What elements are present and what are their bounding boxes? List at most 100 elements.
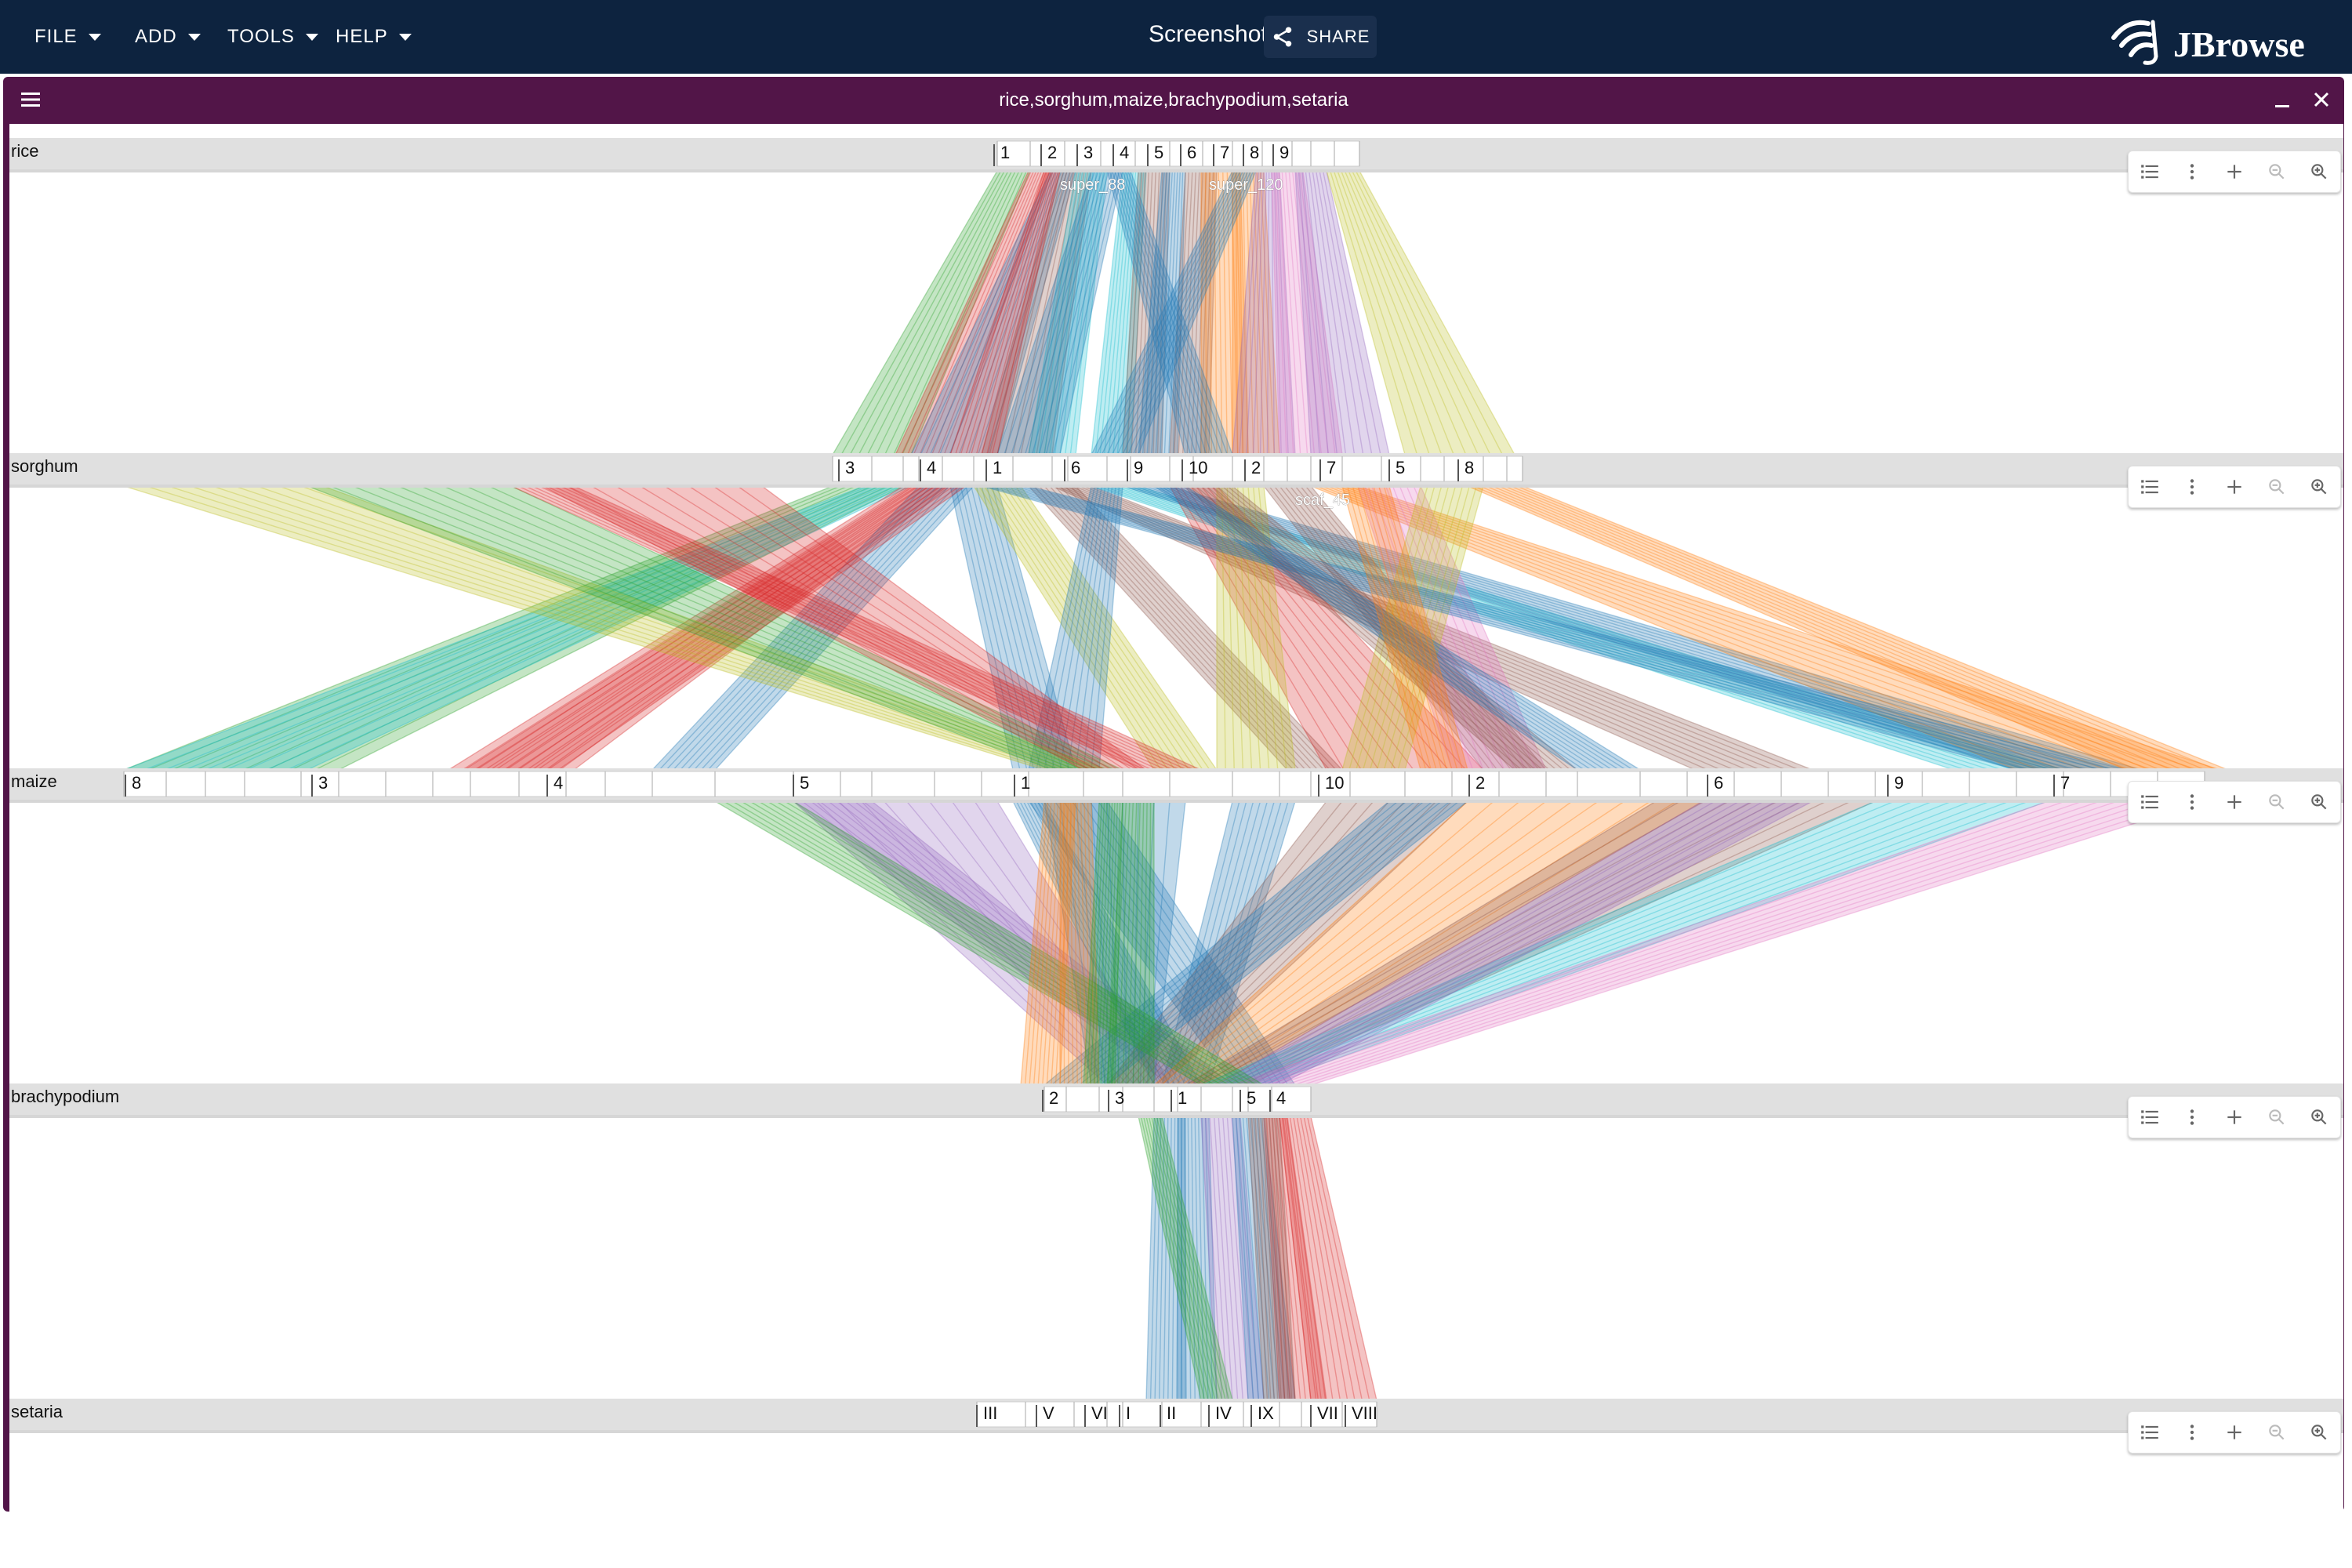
chromosome-label: 8 xyxy=(132,773,141,793)
view-title-bar: rice,sorghum,maize,brachypodium,setaria xyxy=(3,77,2344,122)
chromosome-label: IV xyxy=(1215,1403,1232,1423)
add-button[interactable] xyxy=(2221,789,2248,815)
zoom-in-button[interactable] xyxy=(2306,789,2332,815)
assembly-label-rice: rice xyxy=(11,141,39,161)
more-vert-button[interactable] xyxy=(2179,789,2205,815)
menu-tools[interactable]: TOOLS xyxy=(227,24,318,50)
chromosome-label: 7 xyxy=(1220,143,1229,162)
menu-add-label: ADD xyxy=(135,26,177,47)
more-vert-icon xyxy=(2190,164,2194,180)
track-list-icon xyxy=(2141,1110,2158,1124)
zoom-in-icon xyxy=(2311,479,2327,495)
assembly-label-sorghum: sorghum xyxy=(11,456,78,476)
chromosome-label: 1 xyxy=(1178,1088,1187,1108)
add-icon xyxy=(2227,1425,2241,1439)
chromosome-label: 5 xyxy=(1247,1088,1256,1108)
track-list-button[interactable] xyxy=(2136,158,2163,185)
view-content: 1 2 3 4 5 6 7 8 9 super_88 super_120 3 4 1 6 9 10 2 7 5 8 sca… xyxy=(9,124,2343,1512)
chromosome-label: 6 xyxy=(1071,458,1080,477)
zoom-out-button[interactable] xyxy=(2263,474,2290,500)
zoom-in-button[interactable] xyxy=(2306,1419,2332,1446)
chromosome-label: 7 xyxy=(1327,458,1336,477)
zoom-out-icon xyxy=(2269,1109,2285,1125)
track-controls-maize xyxy=(2128,781,2341,823)
add-button[interactable] xyxy=(2221,1104,2248,1131)
add-button[interactable] xyxy=(2221,158,2248,185)
scaffold-label: super_88 xyxy=(1060,176,1125,194)
chromosome-label: 4 xyxy=(927,458,936,477)
chromosome-label: III xyxy=(983,1403,997,1423)
close-icon[interactable] xyxy=(2308,86,2335,113)
chromosome-label: 5 xyxy=(1154,143,1163,162)
more-vert-button[interactable] xyxy=(2179,158,2205,185)
zoom-out-icon xyxy=(2269,479,2285,495)
zoom-out-button[interactable] xyxy=(2263,789,2290,815)
menu-add[interactable]: ADD xyxy=(135,24,201,50)
chromosome-label: VIII xyxy=(1352,1403,1377,1423)
track-list-button[interactable] xyxy=(2136,1104,2163,1131)
zoom-in-button[interactable] xyxy=(2306,158,2332,185)
track-list-button[interactable] xyxy=(2136,789,2163,815)
app-header: FILE ADD TOOLS HELP Screenshot SHARE JBr… xyxy=(0,0,2352,74)
zoom-out-button[interactable] xyxy=(2263,1104,2290,1131)
assembly-track-maize: 8 3 4 5 1 10 2 6 9 7 xyxy=(9,768,2343,803)
more-vert-button[interactable] xyxy=(2179,1419,2205,1446)
chromosome-label: 3 xyxy=(1083,143,1093,162)
track-list-button[interactable] xyxy=(2136,1419,2163,1446)
add-icon xyxy=(2227,480,2241,494)
view-title: rice,sorghum,maize,brachypodium,setaria xyxy=(999,89,1348,111)
chromosome-label: 8 xyxy=(1250,143,1259,162)
chromosome-label: 5 xyxy=(800,773,809,793)
zoom-in-button[interactable] xyxy=(2306,1104,2332,1131)
chromosome-label: I xyxy=(1126,1403,1131,1423)
minimize-icon[interactable] xyxy=(2269,86,2296,113)
chromosome-label: 6 xyxy=(1714,773,1723,793)
chromosome-label: 4 xyxy=(1276,1088,1286,1108)
chromosome-label: 2 xyxy=(1475,773,1485,793)
scaffold-label: super_120 xyxy=(1209,176,1283,194)
menu-file[interactable]: FILE xyxy=(34,24,101,50)
menu-tools-label: TOOLS xyxy=(227,26,295,47)
more-vert-icon xyxy=(2190,479,2194,495)
track-controls-sorghum xyxy=(2128,466,2341,508)
track-divider xyxy=(9,1115,2343,1118)
add-button[interactable] xyxy=(2221,474,2248,500)
more-vert-icon xyxy=(2190,1425,2194,1440)
chromosome-label: 5 xyxy=(1396,458,1405,477)
assembly-label-setaria: setaria xyxy=(11,1402,64,1421)
add-button[interactable] xyxy=(2221,1419,2248,1446)
zoom-out-button[interactable] xyxy=(2263,158,2290,185)
chevron-down-icon xyxy=(88,33,101,41)
track-divider xyxy=(9,1430,2343,1433)
chromosome-label: 3 xyxy=(845,458,855,477)
share-label: SHARE xyxy=(1306,27,1370,46)
track-controls-brachypodium xyxy=(2128,1096,2341,1138)
chromosome-label: 3 xyxy=(318,773,328,793)
track-divider xyxy=(9,800,2343,803)
chromosome-strip[interactable] xyxy=(123,771,2205,797)
chromosome-label: 1 xyxy=(993,458,1002,477)
more-vert-button[interactable] xyxy=(2179,474,2205,500)
zoom-in-button[interactable] xyxy=(2306,474,2332,500)
synteny-canvas[interactable]: 1 2 3 4 5 6 7 8 9super_88 super_1203 4 1 6 9 10 2 7 5 8sca… xyxy=(9,124,2343,1512)
track-controls-setaria xyxy=(2128,1411,2341,1454)
chromosome-label: 1 xyxy=(1021,773,1030,793)
menu-help-label: HELP xyxy=(336,26,388,47)
chromosome-label: 4 xyxy=(1120,143,1129,162)
chromosome-label: IX xyxy=(1258,1403,1274,1423)
track-list-icon xyxy=(2141,795,2158,809)
zoom-out-icon xyxy=(2269,1425,2285,1440)
chromosome-label: 10 xyxy=(1325,773,1344,793)
track-list-button[interactable] xyxy=(2136,474,2163,500)
share-button[interactable]: SHARE xyxy=(1264,16,1377,58)
track-controls-rice xyxy=(2128,151,2341,193)
more-vert-button[interactable] xyxy=(2179,1104,2205,1131)
session-name[interactable]: Screenshot xyxy=(1149,21,1268,48)
chromosome-label: 8 xyxy=(1465,458,1474,477)
zoom-out-icon xyxy=(2269,164,2285,180)
menu-help[interactable]: HELP xyxy=(336,24,412,50)
zoom-out-button[interactable] xyxy=(2263,1419,2290,1446)
chromosome-label: VII xyxy=(1317,1403,1338,1423)
track-list-icon xyxy=(2141,480,2158,494)
assembly-track-setaria: III V VI I II IV IX VII VIII xyxy=(9,1399,2343,1433)
